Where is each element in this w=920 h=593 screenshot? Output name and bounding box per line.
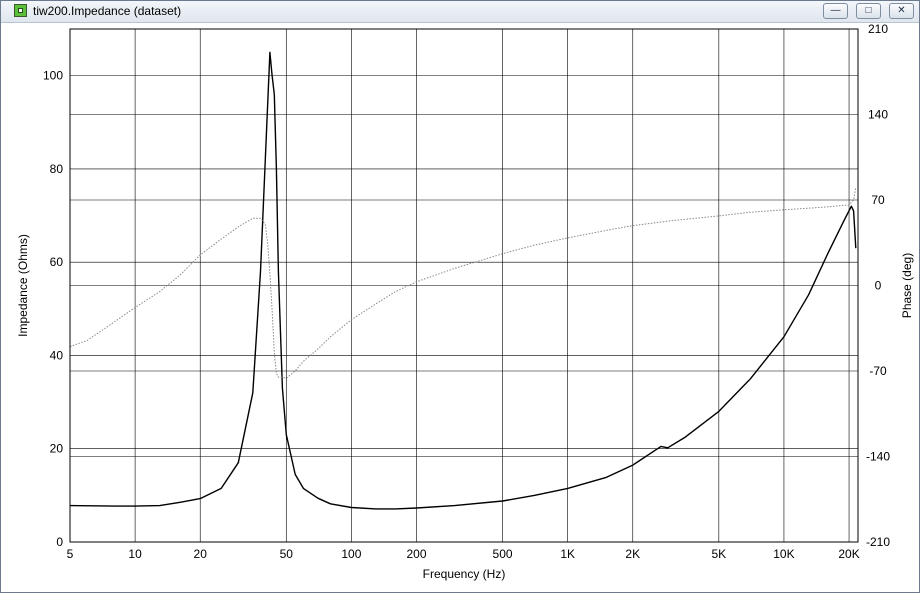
minimize-icon: —	[830, 5, 841, 16]
x-tick-label: 50	[280, 547, 294, 561]
y2-tick-label: 140	[868, 108, 888, 122]
y-tick-label: 80	[50, 162, 64, 176]
x-tick-label: 200	[406, 547, 426, 561]
x-tick-label: 20K	[838, 547, 859, 561]
y2-tick-label: -140	[866, 450, 890, 464]
chart-area: 5 10 20 50 100 200 500 1K 2K 5K 10K 20K 0 20 40 60 80 100…	[1, 22, 919, 592]
y-tick-label: 0	[56, 535, 63, 549]
tick-labels: 5 10 20 50 100 200 500 1K 2K 5K 10K 20K 0 20 40 60 80 100…	[43, 22, 890, 561]
impedance-series-line	[69, 51, 857, 510]
x-tick-label: 5K	[711, 547, 726, 561]
y2-tick-label: -210	[866, 535, 890, 549]
phase-series-line	[69, 187, 857, 379]
y-tick-label: 40	[50, 348, 64, 362]
app-icon[interactable]	[14, 4, 27, 17]
x-tick-label: 2K	[625, 547, 640, 561]
y2-tick-label: 210	[868, 23, 888, 36]
x-tick-label: 100	[341, 547, 361, 561]
y-tick-label: 100	[43, 69, 63, 83]
y-axis-label: Impedance (Ohms)	[16, 234, 30, 337]
x-tick-label: 500	[493, 547, 513, 561]
title-bar[interactable]: tiw200.Impedance (dataset) — □ ✕	[1, 1, 919, 23]
x-tick-label: 5	[67, 547, 74, 561]
x-tick-label: 10K	[773, 547, 794, 561]
y-tick-label: 20	[50, 442, 64, 456]
maximize-button[interactable]: □	[856, 3, 881, 19]
y2-tick-label: 0	[875, 279, 882, 293]
y2-tick-label: -70	[869, 364, 887, 378]
x-tick-label: 10	[128, 547, 142, 561]
close-button[interactable]: ✕	[889, 3, 914, 19]
x-tick-label: 20	[194, 547, 208, 561]
plot-window: tiw200.Impedance (dataset) — □ ✕ 5 10 20 50…	[0, 0, 920, 593]
y-tick-label: 60	[50, 255, 64, 269]
close-icon: ✕	[897, 5, 906, 16]
window-title: tiw200.Impedance (dataset)	[33, 4, 182, 18]
y2-axis-label: Phase (deg)	[900, 253, 914, 318]
x-tick-label: 1K	[560, 547, 575, 561]
maximize-icon: □	[865, 5, 872, 16]
x-axis-label: Frequency (Hz)	[423, 567, 506, 581]
y2-tick-label: 70	[871, 193, 885, 207]
minimize-button[interactable]: —	[823, 3, 848, 19]
series-layer	[69, 51, 857, 510]
grid	[69, 28, 858, 543]
impedance-chart: 5 10 20 50 100 200 500 1K 2K 5K 10K 20K 0 20 40 60 80 100…	[16, 22, 914, 581]
